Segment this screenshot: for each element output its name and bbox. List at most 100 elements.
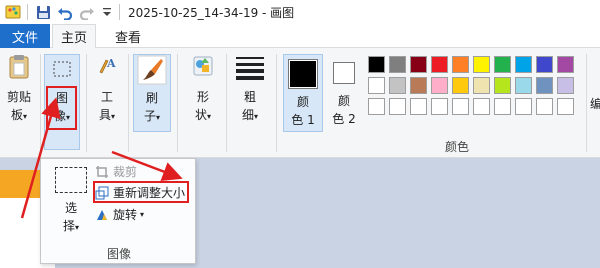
save-icon[interactable] [34,3,52,21]
separator [226,54,227,152]
palette-swatch[interactable] [410,56,427,73]
tools-icon: A [99,57,116,74]
clipboard-button[interactable]: 剪贴 板▾ [2,54,36,132]
window-title: 2025-10-25_14-34-19 - 画图 [128,6,295,20]
tab-home[interactable]: 主页 [52,24,96,49]
tab-view[interactable]: 查看 [106,24,150,48]
palette-swatch[interactable] [389,77,406,94]
palette-swatch[interactable] [515,56,532,73]
shapes-button[interactable]: 形 状▾ [184,54,222,134]
size-button[interactable]: 粗 细▾ [230,54,270,134]
color2-button[interactable]: 颜 色 2 [326,54,362,132]
palette-custom-slot[interactable] [557,98,574,115]
rotate-button[interactable]: 旋转 ▾ [95,206,144,223]
palette-swatch[interactable] [515,77,532,94]
title-bar: 2025-10-25_14-34-19 - 画图 [0,0,600,24]
select-label-1: 选 [64,201,77,215]
separator [177,54,178,152]
palette-swatch[interactable] [557,56,574,73]
palette-swatch[interactable] [410,77,427,94]
palette-swatch[interactable] [557,77,574,94]
palette-swatch[interactable] [389,56,406,73]
crop-label: 裁剪 [113,165,138,179]
tools-label-1: 工 [100,90,113,104]
separator [128,54,129,152]
color1-swatch [290,61,316,87]
tools-label-2: 具▾ [98,108,116,122]
tab-file[interactable]: 文件 [0,24,50,48]
select-label-2: 择▾ [62,219,80,233]
edit-colors-button[interactable]: 编 [590,95,600,112]
brush-icon [137,55,167,85]
separator [27,4,28,20]
color-palette [368,56,583,126]
color2-swatch-frame [333,62,355,84]
palette-swatch[interactable] [536,77,553,94]
rotate-label: 旋转 [113,208,138,222]
palette-swatch[interactable] [536,56,553,73]
separator [86,54,87,152]
palette-custom-slot[interactable] [515,98,532,115]
separator [119,4,120,20]
palette-custom-slot[interactable] [410,98,427,115]
clipboard-label-1: 剪贴 [6,90,31,104]
brushes-button[interactable]: 刷 子▾ [133,54,171,132]
brushes-label-1: 刷 [145,91,158,105]
crop-button[interactable]: 裁剪 [95,163,137,180]
palette-custom-slot[interactable] [452,98,469,115]
line-width-icon [236,57,264,80]
palette-swatch[interactable] [431,77,448,94]
shapes-label-1: 形 [196,90,209,104]
highlight-box-resize [93,181,189,203]
palette-custom-slot[interactable] [368,98,385,115]
clipboard-label-2: 板▾ [10,108,28,122]
colors-group-caption: 颜色 [445,140,470,154]
size-label-1: 粗 [243,90,256,104]
palette-swatch[interactable] [368,77,385,94]
color1-swatch-frame [288,59,318,89]
shapes-label-2: 状▾ [194,108,212,122]
select-button[interactable]: 选 择▾ [53,199,89,237]
palette-custom-slot[interactable] [494,98,511,115]
separator [586,54,587,152]
image-dropdown-panel: 选 择▾ 裁剪 重新调整大小 旋转 ▾ 图像 [40,158,196,264]
ribbon-home: 剪贴 板▾ 图 像▾ A 工 具▾ 刷 子▾ 形 状▾ 粗 细▾ 颜 色 1 颜… [0,48,600,158]
palette-swatch[interactable] [473,77,490,94]
undo-icon[interactable] [56,3,74,21]
color2-label-2: 色 2 [332,112,356,126]
shapes-icon [193,56,213,76]
separator [40,54,41,152]
image-group-caption: 图像 [107,247,132,261]
paint-app-icon[interactable] [4,3,22,21]
separator [276,54,277,152]
palette-swatch[interactable] [494,56,511,73]
size-label-2: 细▾ [241,108,259,122]
palette-custom-slot[interactable] [389,98,406,115]
color1-button[interactable]: 颜 色 1 [283,54,323,132]
rotate-icon [97,209,107,220]
palette-swatch[interactable] [368,56,385,73]
palette-custom-slot[interactable] [431,98,448,115]
select-icon [55,167,87,193]
tools-button[interactable]: A 工 具▾ [90,54,124,134]
color1-label-2: 色 1 [291,113,315,127]
palette-custom-slot[interactable] [536,98,553,115]
rotate-arrow: ▾ [140,210,145,219]
redo-icon[interactable] [78,3,96,21]
palette-swatch[interactable] [494,77,511,94]
color1-label-1: 颜 [296,95,309,109]
palette-swatch[interactable] [452,56,469,73]
palette-swatch[interactable] [431,56,448,73]
color2-swatch [335,64,353,82]
brushes-label-2: 子▾ [143,109,161,123]
ribbon-tabs: 文件 主页 查看 [0,24,600,49]
palette-swatch[interactable] [473,56,490,73]
divider [41,243,197,244]
crop-icon [96,165,108,178]
clipboard-icon [9,55,29,79]
select-rectangle-icon [53,61,71,77]
palette-custom-slot[interactable] [473,98,490,115]
customize-dropdown-icon[interactable] [100,3,114,21]
svg-text:A: A [106,57,116,70]
palette-swatch[interactable] [452,77,469,94]
